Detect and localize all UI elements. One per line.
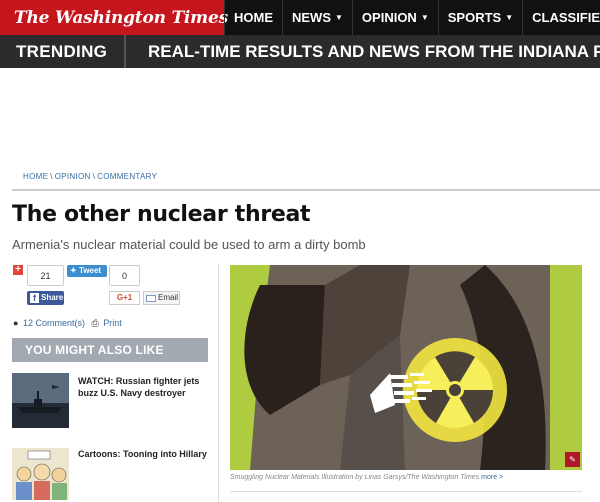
pin-icon[interactable]: ✎ xyxy=(565,452,580,467)
tweet-label: Tweet xyxy=(79,266,102,275)
related-thumbnail[interactable] xyxy=(12,448,69,500)
trending-label: TRENDING xyxy=(16,41,108,61)
caption-divider xyxy=(230,491,582,492)
tweet-button[interactable]: ✦ Tweet xyxy=(67,265,107,277)
comments-count: 12 xyxy=(22,318,33,328)
nav-label: HOME xyxy=(234,10,273,25)
nav-item-opinion[interactable]: OPINION ▼ xyxy=(351,0,438,35)
plus-icon[interactable]: + xyxy=(13,265,23,275)
related-item-title[interactable]: Cartoons: Tooning into Hillary xyxy=(78,448,218,460)
email-label: Email xyxy=(158,293,179,302)
article-illustration[interactable] xyxy=(230,265,582,470)
nav-label: OPINION xyxy=(361,10,417,25)
caption-more-link[interactable]: more > xyxy=(481,474,503,481)
nav-item-sports[interactable]: SPORTS ▼ xyxy=(437,0,522,35)
caret-down-icon: ▼ xyxy=(335,13,343,22)
trending-bar: TRENDING REAL-TIME RESULTS AND NEWS FROM… xyxy=(0,35,600,68)
nuclear-smuggling-illustration xyxy=(230,265,582,470)
article-subheadline: Armenia's nuclear material could be used… xyxy=(12,237,366,252)
nav-label: CLASSIFIEDS xyxy=(532,10,600,25)
breadcrumb-home[interactable]: HOME xyxy=(23,172,48,181)
cartoon-image xyxy=(12,448,69,500)
comments-label: Comment(s) xyxy=(35,318,85,328)
logo-text: The Washington Times xyxy=(14,7,228,28)
twitter-bird-icon: ✦ xyxy=(70,266,77,275)
breadcrumb-opinion[interactable]: OPINION xyxy=(55,172,91,181)
nav-item-classifieds[interactable]: CLASSIFIEDS xyxy=(522,0,600,35)
related-heading: YOU MIGHT ALSO LIKE xyxy=(12,338,208,362)
facebook-icon: f xyxy=(30,293,39,303)
caret-down-icon: ▼ xyxy=(420,13,429,22)
print-icon: ⎙ xyxy=(91,318,99,328)
related-thumbnail[interactable] xyxy=(12,373,69,428)
trending-divider xyxy=(124,35,126,68)
caption-text: Smuggling Nuclear Materials Illustration… xyxy=(230,474,480,481)
comments-link[interactable]: 12 Comment(s) xyxy=(23,318,85,328)
trending-story-link[interactable]: REAL-TIME RESULTS AND NEWS FROM THE INDI… xyxy=(148,35,600,68)
nav-label: NEWS xyxy=(292,10,331,25)
tweet-count: 0 xyxy=(109,265,140,286)
caret-down-icon: ▼ xyxy=(505,13,514,22)
article-headline: The other nuclear threat xyxy=(12,202,311,227)
nav-item-news[interactable]: NEWS ▼ xyxy=(282,0,352,35)
google-plus-button[interactable]: G+1 xyxy=(109,291,140,305)
nav-item-home[interactable]: HOME xyxy=(224,0,282,35)
email-button[interactable]: Email xyxy=(143,291,180,305)
site-logo[interactable]: The Washington Times xyxy=(0,0,228,35)
comment-icon: ● xyxy=(13,318,19,328)
destroyer-photo xyxy=(12,373,69,428)
nav-label: SPORTS xyxy=(447,10,502,25)
facebook-share-button[interactable]: f Share xyxy=(27,291,64,305)
breadcrumb: HOME \ OPINION \ COMMENTARY xyxy=(23,172,158,181)
top-navigation-bar: The Washington Times HOME NEWS ▼ OPINION… xyxy=(0,0,600,35)
print-link[interactable]: Print xyxy=(103,318,122,328)
comments-print-row: ● 12 Comment(s) ⎙ Print xyxy=(13,318,122,329)
breadcrumb-commentary[interactable]: COMMENTARY xyxy=(97,172,157,181)
main-nav: HOME NEWS ▼ OPINION ▼ SPORTS ▼ CLASSIFIE… xyxy=(224,0,600,35)
envelope-icon xyxy=(146,295,156,302)
column-divider xyxy=(218,264,219,502)
facebook-share-label: Share xyxy=(41,293,64,302)
header-divider xyxy=(12,189,600,191)
facebook-share-count: 21 xyxy=(27,265,64,286)
related-item-title[interactable]: WATCH: Russian fighter jets buzz U.S. Na… xyxy=(78,375,218,399)
image-caption: Smuggling Nuclear Materials Illustration… xyxy=(230,474,503,481)
